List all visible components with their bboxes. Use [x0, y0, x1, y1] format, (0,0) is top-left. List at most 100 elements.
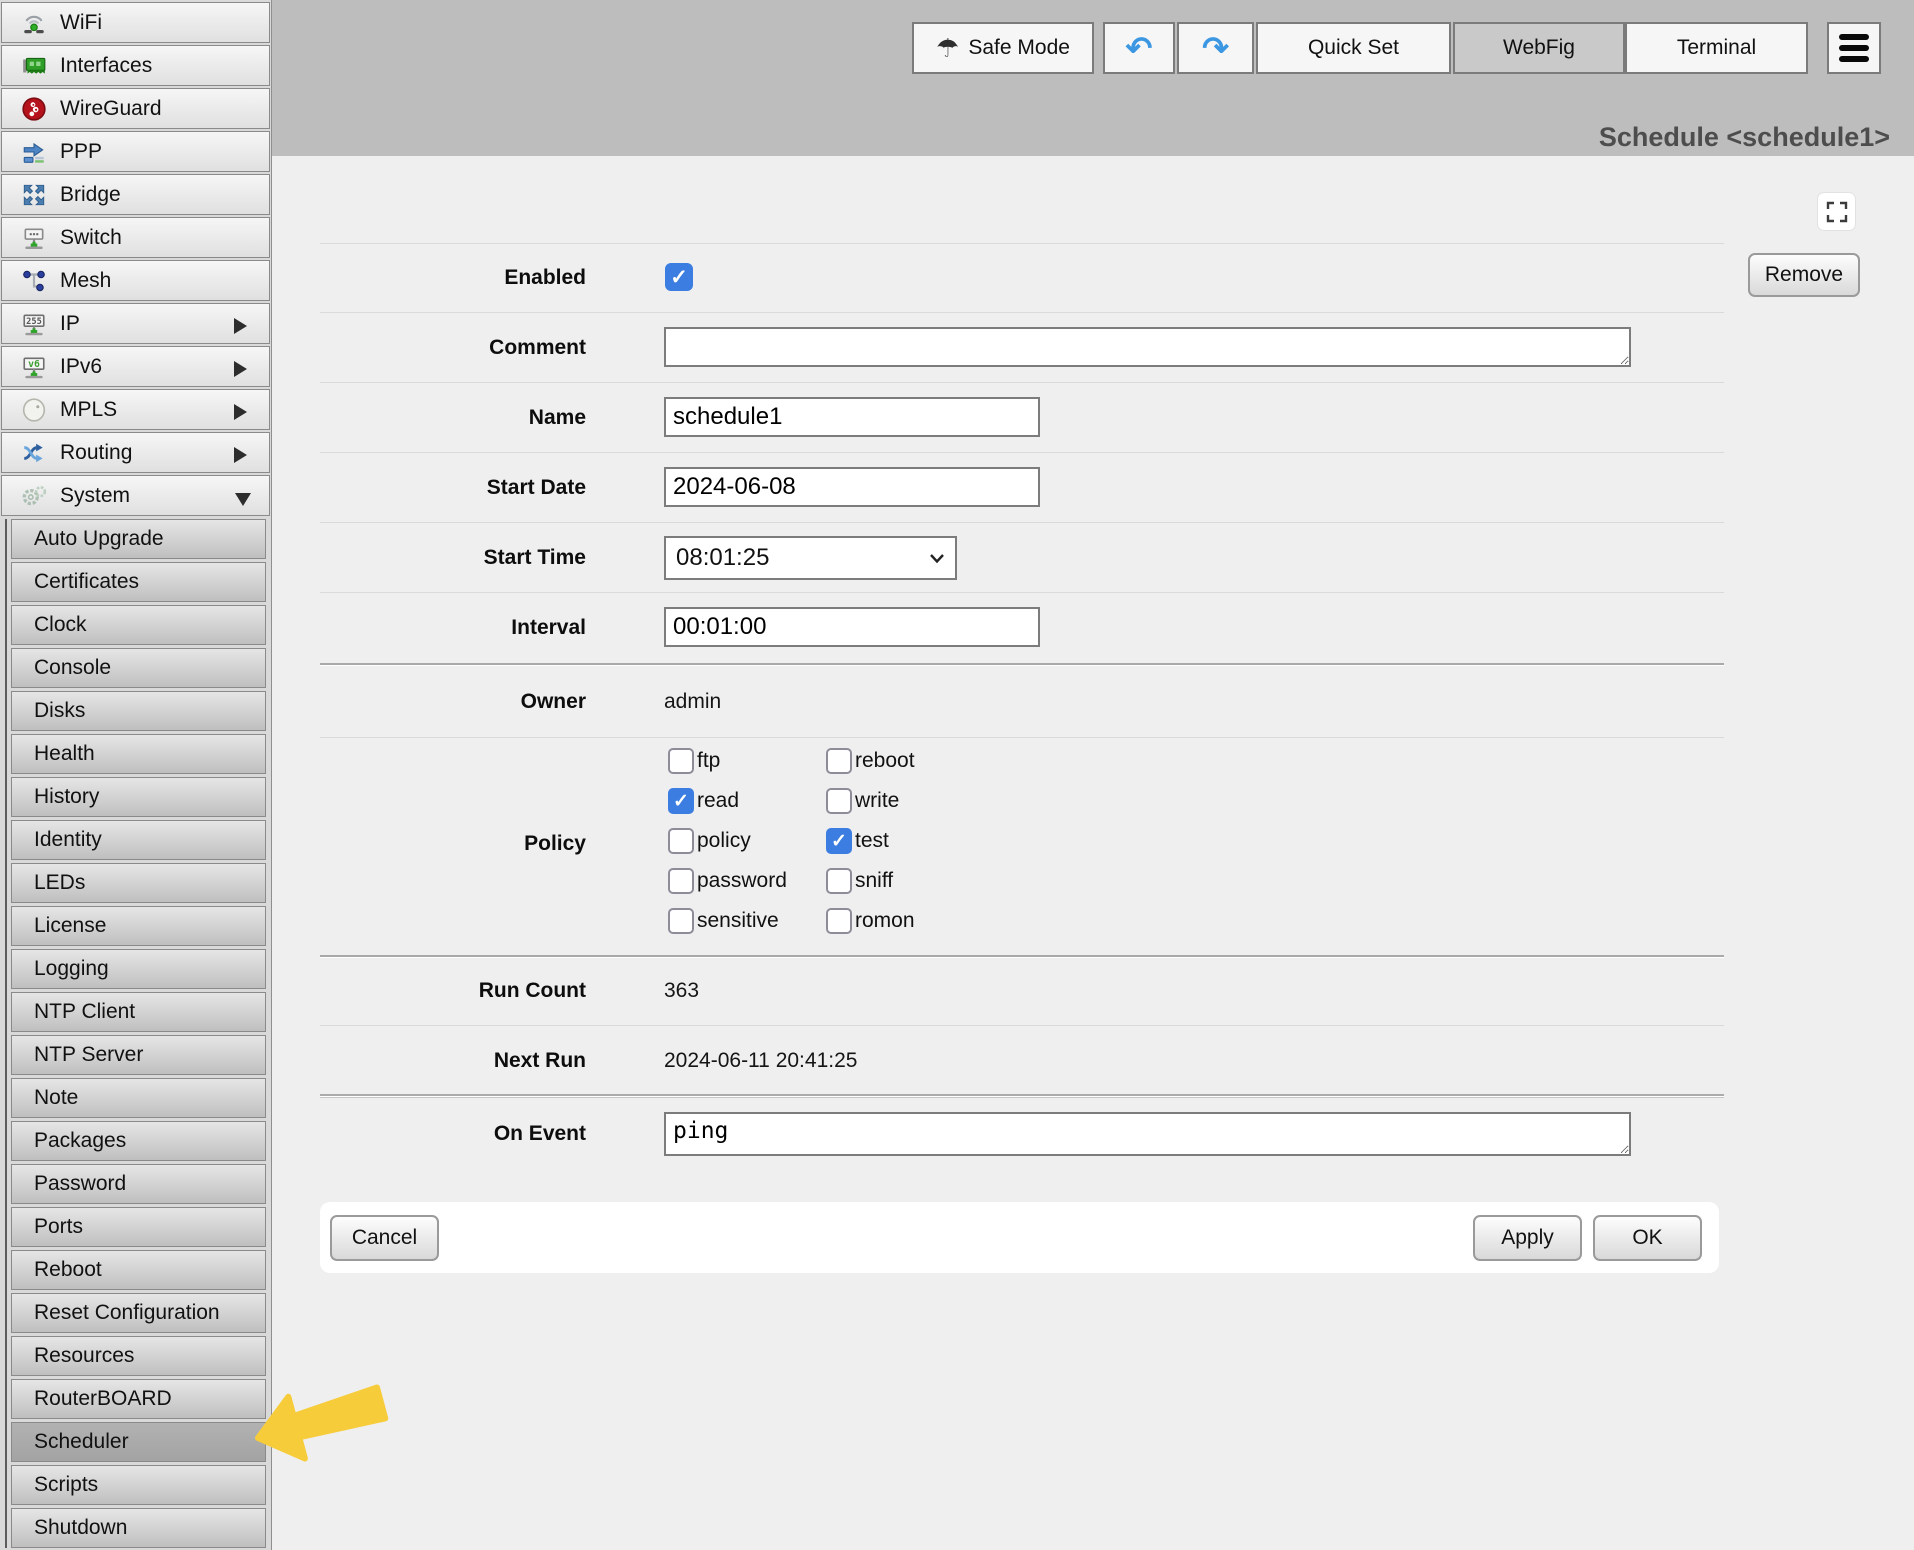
policy-option-ftp[interactable]: ftp — [668, 748, 826, 774]
policy-option-label: test — [855, 829, 889, 853]
comment-label: Comment — [320, 336, 586, 360]
interval-input[interactable] — [664, 607, 1040, 647]
ip-icon: 255 — [20, 310, 48, 338]
cancel-button[interactable]: Cancel — [330, 1215, 439, 1261]
sidebar-subitem-health[interactable]: Health — [11, 734, 266, 774]
policy-option-read[interactable]: ✓read — [668, 788, 826, 814]
sidebar-item-mpls[interactable]: MPLS — [1, 389, 270, 430]
sidebar-subitem-console[interactable]: Console — [11, 648, 266, 688]
sidebar-item-wireguard[interactable]: WireGuard — [1, 88, 270, 129]
policy-option-label: ftp — [697, 749, 720, 773]
tab-quick-set[interactable]: Quick Set — [1256, 22, 1451, 74]
sidebar-subitem-logging[interactable]: Logging — [11, 949, 266, 989]
checkbox-write[interactable] — [826, 788, 852, 814]
sidebar-item-bridge[interactable]: Bridge — [1, 174, 270, 215]
on-event-input[interactable]: ping — [664, 1112, 1631, 1156]
policy-option-romon[interactable]: romon — [826, 908, 1026, 934]
checkbox-reboot[interactable] — [826, 748, 852, 774]
sidebar-subitem-clock[interactable]: Clock — [11, 605, 266, 645]
sidebar-subitem-history[interactable]: History — [11, 777, 266, 817]
safe-mode-umbrella-icon: ☂ — [936, 35, 959, 61]
remove-button[interactable]: Remove — [1748, 253, 1860, 297]
sidebar-subitem-scripts[interactable]: Scripts — [11, 1465, 266, 1505]
checkbox-test[interactable]: ✓ — [826, 828, 852, 854]
system-icon — [20, 482, 48, 510]
sidebar-item-system[interactable]: System — [1, 475, 270, 516]
sidebar-subitem-leds[interactable]: LEDs — [11, 863, 266, 903]
sidebar-subitem-reset-configuration[interactable]: Reset Configuration — [11, 1293, 266, 1333]
sidebar-item-wifi[interactable]: WiFi — [1, 2, 270, 43]
policy-option-sniff[interactable]: sniff — [826, 868, 1026, 894]
menu-button[interactable] — [1827, 22, 1881, 74]
divider — [320, 737, 1724, 738]
enabled-checkbox[interactable]: ✓ — [665, 263, 693, 291]
checkbox-sensitive[interactable] — [668, 908, 694, 934]
divider — [320, 1025, 1724, 1026]
sidebar-subitem-note[interactable]: Note — [11, 1078, 266, 1118]
checkbox-password[interactable] — [668, 868, 694, 894]
fullscreen-button[interactable] — [1817, 192, 1856, 231]
sidebar-item-ipv6[interactable]: v6 IPv6 — [1, 346, 270, 387]
sidebar-subitem-routerboard[interactable]: RouterBOARD — [11, 1379, 266, 1419]
sidebar-subitem-license[interactable]: License — [11, 906, 266, 946]
start-date-label: Start Date — [320, 476, 586, 500]
quick-set-label: Quick Set — [1308, 36, 1399, 60]
mesh-icon — [20, 267, 48, 295]
apply-button[interactable]: Apply — [1473, 1215, 1582, 1261]
start-date-input[interactable] — [664, 467, 1040, 507]
sidebar-subitem-reboot[interactable]: Reboot — [11, 1250, 266, 1290]
checkbox-read[interactable]: ✓ — [668, 788, 694, 814]
checkbox-romon[interactable] — [826, 908, 852, 934]
policy-option-label: sensitive — [697, 909, 779, 933]
policy-option-test[interactable]: ✓test — [826, 828, 1026, 854]
sidebar-subitem-certificates[interactable]: Certificates — [11, 562, 266, 602]
sidebar-subitem-identity[interactable]: Identity — [11, 820, 266, 860]
sidebar-subitem-ports[interactable]: Ports — [11, 1207, 266, 1247]
sidebar-item-label: Mesh — [60, 269, 111, 293]
run-count-label: Run Count — [320, 979, 586, 1003]
ok-button[interactable]: OK — [1593, 1215, 1702, 1261]
policy-option-reboot[interactable]: reboot — [826, 748, 1026, 774]
checkbox-sniff[interactable] — [826, 868, 852, 894]
sidebar-subitem-shutdown[interactable]: Shutdown — [11, 1508, 266, 1548]
sidebar-item-interfaces[interactable]: Interfaces — [1, 45, 270, 86]
sidebar-subitem-password[interactable]: Password — [11, 1164, 266, 1204]
policy-option-password[interactable]: password — [668, 868, 826, 894]
sidebar-item-switch[interactable]: Switch — [1, 217, 270, 258]
sidebar-subitem-scheduler[interactable]: Scheduler — [11, 1422, 266, 1462]
mpls-icon — [20, 396, 48, 424]
sidebar-subitem-packages[interactable]: Packages — [11, 1121, 266, 1161]
checkbox-policy[interactable] — [668, 828, 694, 854]
start-time-select[interactable]: 08:01:25 — [664, 536, 957, 580]
sidebar-subitem-auto-upgrade[interactable]: Auto Upgrade — [11, 519, 266, 559]
sidebar-item-ppp[interactable]: PPP — [1, 131, 270, 172]
sidebar-subitem-disks[interactable]: Disks — [11, 691, 266, 731]
safe-mode-button[interactable]: ☂ Safe Mode — [912, 22, 1094, 74]
undo-button[interactable]: ↶ — [1103, 22, 1175, 74]
fullscreen-icon — [1826, 201, 1848, 223]
tab-terminal[interactable]: Terminal — [1625, 22, 1808, 74]
comment-input[interactable] — [664, 327, 1631, 367]
svg-text:v6: v6 — [28, 359, 40, 370]
sidebar-subitem-ntp-server[interactable]: NTP Server — [11, 1035, 266, 1075]
redo-button[interactable]: ↷ — [1177, 22, 1254, 74]
start-time-label: Start Time — [320, 546, 586, 570]
sidebar-subitem-resources[interactable]: Resources — [11, 1336, 266, 1376]
sidebar-item-mesh[interactable]: Mesh — [1, 260, 270, 301]
checkbox-ftp[interactable] — [668, 748, 694, 774]
sidebar-item-routing[interactable]: Routing — [1, 432, 270, 473]
on-event-label: On Event — [320, 1122, 586, 1146]
interfaces-icon — [20, 52, 48, 80]
sidebar-item-ip[interactable]: 255 IP — [1, 303, 270, 344]
policy-option-policy[interactable]: policy — [668, 828, 826, 854]
policy-option-sensitive[interactable]: sensitive — [668, 908, 826, 934]
policy-option-write[interactable]: write — [826, 788, 1026, 814]
policy-option-label: policy — [697, 829, 751, 853]
sidebar-subitem-ntp-client[interactable]: NTP Client — [11, 992, 266, 1032]
routing-icon — [20, 439, 48, 467]
name-input[interactable] — [664, 397, 1040, 437]
tab-webfig[interactable]: WebFig — [1453, 22, 1625, 74]
expand-right-icon — [234, 318, 247, 334]
policy-option-label: romon — [855, 909, 915, 933]
next-run-value: 2024-06-11 20:41:25 — [664, 1049, 857, 1073]
